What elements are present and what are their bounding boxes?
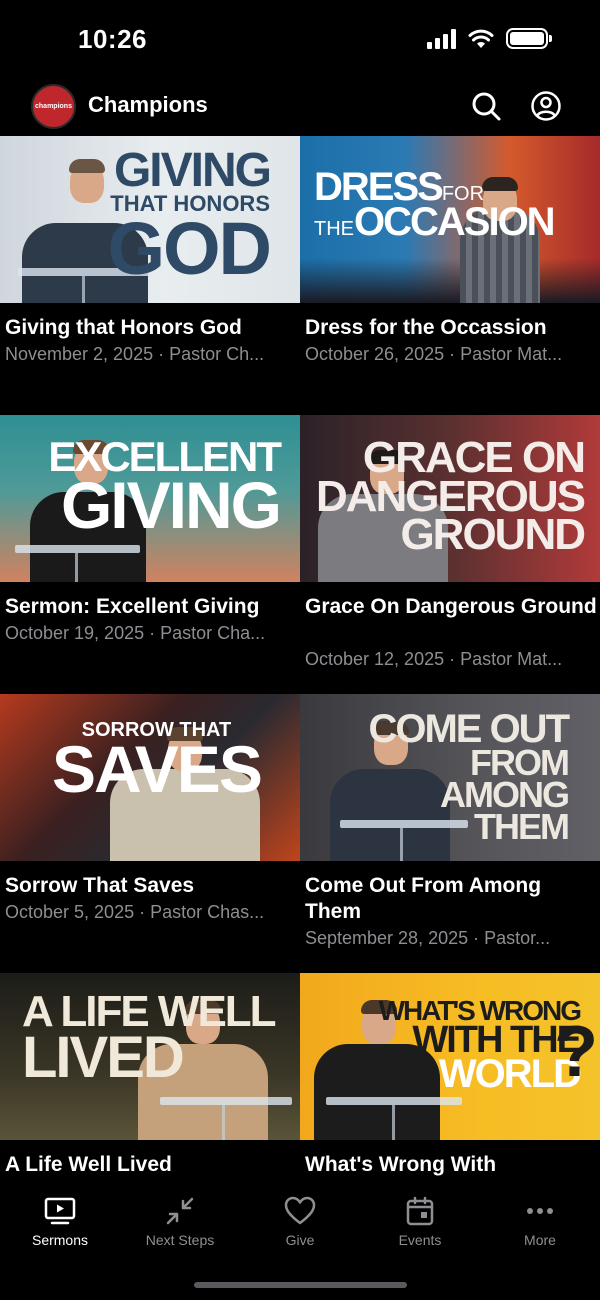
sermon-meta: October 19, 2025 · Pastor Cha... xyxy=(5,623,266,643)
tab-label: More xyxy=(524,1232,556,1248)
tab-events[interactable]: Events xyxy=(360,1188,480,1258)
app-header: champions Champions xyxy=(0,80,600,136)
sermon-title: Sermon: Excellent Giving xyxy=(5,595,260,618)
sermon-artwork-text: A LIFE WELL LIVED xyxy=(22,990,277,1090)
podium xyxy=(15,545,140,553)
status-time: 10:26 xyxy=(78,24,147,54)
sermon-card[interactable]: A LIFE WELL LIVED A Life Well Lived xyxy=(0,973,300,1176)
sermon-thumbnail: WHAT'S WRONG WITH THE WORLD ? xyxy=(300,973,600,1140)
account-icon[interactable] xyxy=(530,90,562,122)
sermon-meta: October 12, 2025 · Pastor Mat... xyxy=(305,649,563,669)
sermon-thumbnail: COME OUT FROM AMONG THEM xyxy=(300,694,600,861)
sermon-artwork-text: EXCELLENT GIVING xyxy=(48,436,282,542)
home-indicator xyxy=(194,1282,407,1288)
sermon-artwork-text: DRESSFOR THEOCCASION xyxy=(314,167,556,242)
sermon-title: Sorrow That Saves xyxy=(5,874,195,897)
sermon-card[interactable]: GRACE ON DANGEROUS GROUND Grace On Dange… xyxy=(300,415,600,669)
sermon-title: Grace On Dangerous Ground xyxy=(305,595,597,618)
sermon-thumbnail: EXCELLENT GIVING xyxy=(0,415,300,582)
art-line: LIVED xyxy=(22,1024,185,1090)
church-logo[interactable]: champions xyxy=(31,84,76,129)
sermon-thumbnail: DRESSFOR THEOCCASION xyxy=(300,136,600,303)
sermon-card[interactable]: EXCELLENT GIVING Sermon: Excellent Givin… xyxy=(0,415,300,643)
cellular-signal-icon xyxy=(427,28,456,49)
tab-label: Next Steps xyxy=(145,1232,215,1248)
art-line: GROUND xyxy=(400,510,586,560)
heart-icon xyxy=(284,1196,316,1225)
sermon-meta: September 28, 2025 · Pastor... xyxy=(305,928,551,948)
logo-text: champions xyxy=(35,103,72,110)
art-line: THE xyxy=(314,218,354,241)
sermon-meta: October 26, 2025 · Pastor Mat... xyxy=(305,344,563,364)
sermon-artwork-text: SORROW THAT SAVES xyxy=(52,720,263,806)
sermon-title: What's Wrong With xyxy=(305,1153,497,1176)
app-title: Champions xyxy=(88,92,208,117)
sermon-card[interactable]: DRESSFOR THEOCCASION Dress for the Occas… xyxy=(300,136,600,364)
search-icon[interactable] xyxy=(470,90,502,122)
ellipsis-icon xyxy=(527,1208,553,1214)
art-line: GOD xyxy=(107,206,272,290)
sermon-artwork-text: COME OUT FROM AMONG THEM xyxy=(368,709,570,847)
art-line: OCCASION xyxy=(354,200,556,245)
art-line: GIVING xyxy=(113,144,272,197)
tv-icon xyxy=(44,1197,76,1225)
tab-give[interactable]: Give xyxy=(240,1188,360,1258)
podium xyxy=(326,1097,462,1105)
collapse-arrows-icon xyxy=(166,1197,194,1225)
tab-next-steps[interactable]: Next Steps xyxy=(120,1188,240,1258)
sermon-artwork-text: WHAT'S WRONG WITH THE WORLD xyxy=(379,997,582,1097)
sermon-title: Giving that Honors God xyxy=(5,316,242,339)
tab-sermons[interactable]: Sermons xyxy=(0,1188,120,1258)
sermon-card[interactable]: COME OUT FROM AMONG THEM Come Out From A… xyxy=(300,694,600,948)
status-icons xyxy=(427,28,552,49)
sermon-thumbnail: SORROW THAT SAVES xyxy=(0,694,300,861)
battery-icon xyxy=(506,28,552,49)
tab-label: Sermons xyxy=(31,1232,89,1248)
sermon-artwork-text: GRACE ON DANGEROUS GROUND xyxy=(316,436,586,560)
sermon-card[interactable]: GIVING THAT HONORS GOD Giving that Honor… xyxy=(0,136,300,364)
sermon-thumbnail: GIVING THAT HONORS GOD xyxy=(0,136,300,303)
art-line: SAVES xyxy=(52,731,263,806)
sermon-meta: November 2, 2025 · Pastor Ch... xyxy=(5,344,265,364)
art-line: GIVING xyxy=(60,467,282,542)
art-line: WORLD xyxy=(438,1052,582,1097)
podium xyxy=(160,1097,292,1105)
sermon-thumbnail: A LIFE WELL LIVED xyxy=(0,973,300,1140)
art-line: THEM xyxy=(474,805,570,847)
sermon-grid: GIVING THAT HONORS GOD Giving that Honor… xyxy=(0,136,600,1188)
sermon-thumbnail: GRACE ON DANGEROUS GROUND xyxy=(300,415,600,582)
sermon-card[interactable]: SORROW THAT SAVES Sorrow That Saves Octo… xyxy=(0,694,300,922)
tab-label: Events xyxy=(398,1232,442,1248)
sermon-artwork-text: GIVING THAT HONORS GOD xyxy=(107,144,272,290)
wifi-icon xyxy=(468,29,494,48)
question-mark-art: ? xyxy=(554,1012,598,1092)
calendar-icon xyxy=(406,1196,434,1226)
sermon-title: A Life Well Lived xyxy=(5,1153,172,1176)
sermon-title: Come Out From Among Them xyxy=(305,874,542,923)
tab-more[interactable]: More xyxy=(480,1188,600,1258)
status-bar: 10:26 xyxy=(0,0,600,80)
sermon-card[interactable]: WHAT'S WRONG WITH THE WORLD ? What's Wro… xyxy=(300,973,600,1176)
sermon-meta: October 5, 2025 · Pastor Chas... xyxy=(5,902,265,922)
tab-label: Give xyxy=(285,1232,315,1248)
tab-bar: Sermons Next Steps Give Events More xyxy=(0,1188,600,1300)
sermon-title: Dress for the Occassion xyxy=(305,316,547,339)
